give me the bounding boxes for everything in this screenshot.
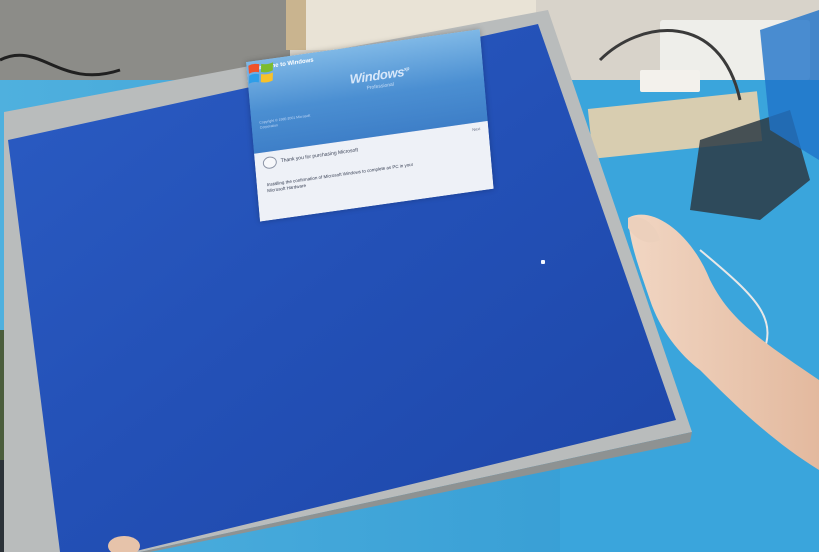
windows-flag-icon [248, 62, 274, 84]
status-line: Thank you for purchasing Microsoft [280, 147, 359, 165]
copyright-text: Copyright © 1985-2001 Microsoft Corporat… [259, 113, 311, 130]
photo-scene: Welcome to Windows Windowsxp Professiona… [0, 0, 819, 552]
welcome-dialog: Welcome to Windows Windowsxp Professiona… [246, 29, 494, 222]
device-small [640, 70, 700, 92]
welcome-body-text: Installing the confirmation of Microsoft… [266, 161, 414, 194]
mouse-cursor [541, 260, 545, 264]
next-button[interactable]: Next [472, 126, 481, 132]
wall-box-tan [286, 0, 306, 50]
mic-icon [262, 155, 278, 170]
